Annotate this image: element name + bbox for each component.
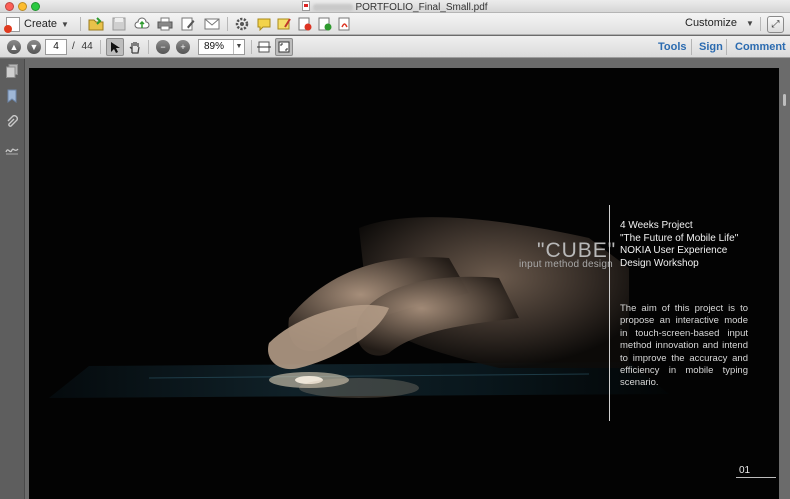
comment-bubble-icon[interactable] [256, 16, 272, 32]
heading-line: "The Future of Mobile Life" [620, 232, 739, 244]
tools-pane-link[interactable]: Tools [658, 41, 687, 53]
edit-document-icon[interactable] [180, 16, 196, 32]
fit-page-icon [278, 41, 290, 53]
signature-icon[interactable] [5, 142, 19, 156]
zoom-level-select[interactable]: 89% ▼ [198, 39, 245, 55]
navigation-pane [0, 59, 25, 499]
previous-page-button[interactable]: ▲ [7, 40, 21, 54]
vertical-divider [609, 205, 610, 421]
attachment-icon[interactable] [5, 115, 19, 129]
link-divider [726, 39, 727, 55]
highlight-note-icon[interactable] [276, 16, 292, 32]
fit-page-button[interactable] [275, 38, 293, 56]
hand-tool-button[interactable] [126, 38, 144, 56]
title-bar: PORTFOLIO_Final_Small.pdf [0, 0, 790, 13]
heading-line: Design Workshop [620, 257, 699, 269]
create-pdf-icon [4, 16, 20, 33]
scroll-thumb[interactable] [783, 94, 786, 106]
customize-label: Customize [685, 17, 737, 29]
window-title: PORTFOLIO_Final_Small.pdf [355, 2, 488, 13]
redacted-filename-prefix [313, 3, 354, 11]
select-tool-button[interactable] [106, 38, 124, 56]
project-heading: 4 Weeks Project "The Future of Mobile Li… [620, 220, 779, 270]
sign-icon[interactable] [337, 16, 353, 32]
toolbar-divider [760, 17, 761, 31]
document-viewport[interactable]: "CUBE" input method design 4 Weeks Proje… [26, 59, 790, 499]
settings-gear-icon[interactable] [234, 16, 250, 32]
fit-width-button[interactable] [255, 38, 273, 56]
toolbar-divider [148, 40, 149, 54]
pdf-page: "CUBE" input method design 4 Weeks Proje… [29, 68, 779, 499]
fit-width-icon [257, 41, 271, 53]
open-folder-icon[interactable] [88, 16, 104, 32]
customize-dropdown[interactable]: Customize ▼ [685, 17, 754, 29]
export-icon[interactable] [317, 16, 333, 32]
zoom-out-button[interactable]: − [156, 40, 170, 54]
project-subtitle: input method design [519, 259, 613, 270]
next-page-button[interactable]: ▼ [27, 40, 41, 54]
toolbar-divider [100, 40, 101, 54]
cursor-arrow-icon [111, 41, 120, 53]
navigation-toolbar: ▲ ▼ 4 / 44 − + 89% ▼ Tools Sign Comment [0, 36, 790, 58]
hand-touchscreen-photo [49, 217, 669, 398]
plus-icon: + [180, 42, 186, 52]
sign-pane-link[interactable]: Sign [699, 41, 723, 53]
expand-arrows-icon: ⤢ [771, 19, 780, 30]
page-number-underline [736, 477, 776, 478]
create-button-label: Create [24, 18, 58, 30]
minus-icon: − [160, 42, 166, 52]
pdf-file-icon [302, 1, 311, 11]
zoom-level-value: 89% [204, 41, 225, 52]
heading-line: 4 Weeks Project [620, 220, 693, 231]
page-number-input[interactable]: 4 [45, 39, 67, 55]
link-divider [691, 39, 692, 55]
save-icon[interactable] [111, 16, 127, 32]
full-screen-button[interactable]: ⤢ [767, 16, 784, 33]
toolbar-divider [251, 40, 252, 54]
arrow-down-icon: ▼ [29, 42, 39, 52]
print-icon[interactable] [157, 16, 173, 32]
toolbar-divider [227, 17, 228, 31]
page-number-label: 01 [739, 465, 751, 476]
pages-icon[interactable] [5, 64, 19, 78]
comment-pane-link[interactable]: Comment [735, 41, 786, 53]
email-icon[interactable] [204, 16, 220, 32]
page-total-label: / 44 [72, 41, 93, 52]
vertical-scrollbar[interactable] [779, 59, 790, 499]
cloud-upload-icon[interactable] [134, 16, 150, 32]
hand-icon [129, 42, 140, 54]
chevron-down-icon: ▼ [233, 40, 244, 54]
zoom-in-button[interactable]: + [176, 40, 190, 54]
main-toolbar: Create ▼ Customize ▼ ⤢ [0, 13, 790, 35]
pdf-stamp-icon[interactable] [297, 16, 313, 32]
heading-line: NOKIA User Experience [620, 245, 728, 256]
bookmark-icon[interactable] [5, 89, 19, 103]
chevron-down-icon: ▼ [61, 19, 69, 29]
project-description: The aim of this project is to propose an… [620, 303, 748, 389]
arrow-up-icon: ▲ [9, 42, 19, 52]
chevron-down-icon: ▼ [745, 19, 754, 28]
window-title-wrap: PORTFOLIO_Final_Small.pdf [0, 0, 790, 13]
toolbar-divider [80, 17, 81, 31]
create-button[interactable]: Create ▼ [4, 15, 69, 33]
